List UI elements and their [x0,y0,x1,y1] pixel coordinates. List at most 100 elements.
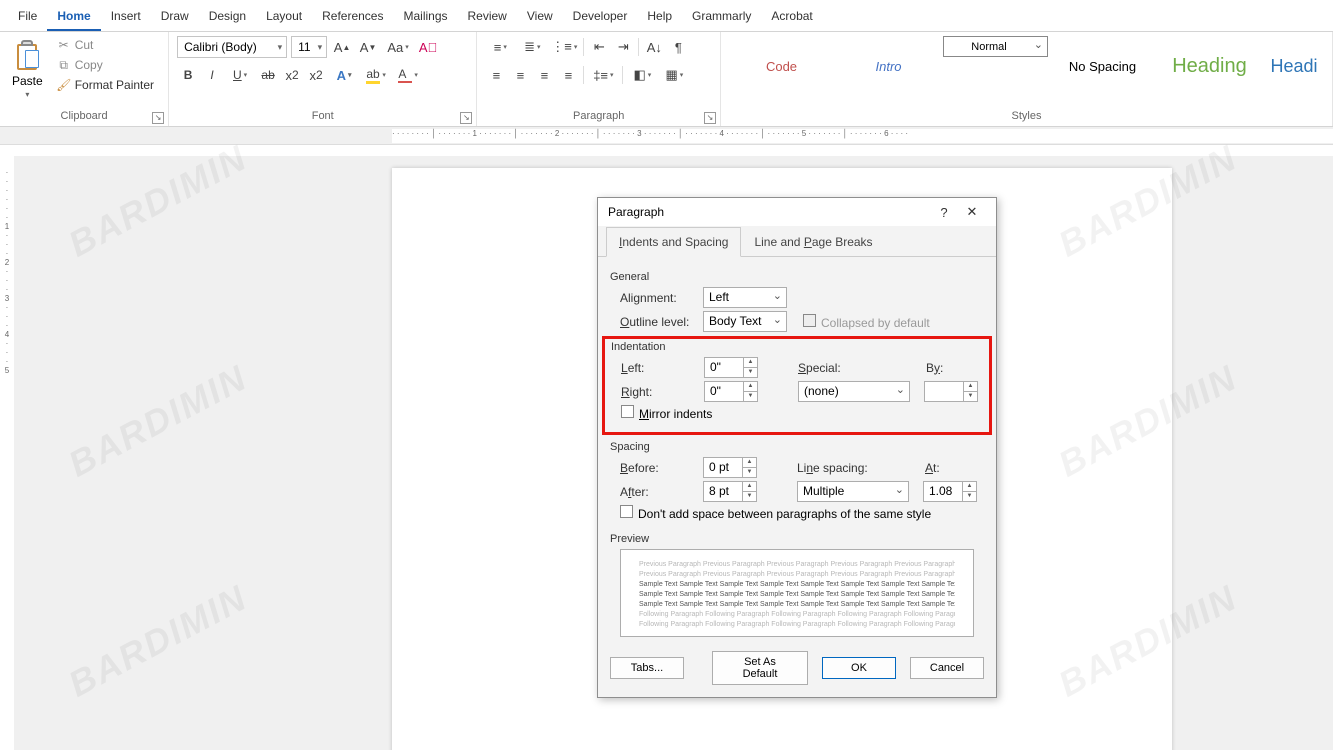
tab-file[interactable]: File [8,3,47,31]
group-clipboard: Paste ▾ ✂Cut ⧉Copy 🖌Format Painter Clipb… [0,32,169,126]
tab-line-page-breaks[interactable]: Line and Page Breaks [741,227,885,257]
italic-icon[interactable]: I [201,64,223,86]
help-icon[interactable]: ? [930,205,958,220]
tab-help[interactable]: Help [637,3,682,31]
font-size-combo[interactable]: 11 [291,36,327,58]
paste-label: Paste [12,74,43,88]
paragraph-launcher[interactable]: ↘ [704,112,716,124]
multilevel-icon[interactable]: ⋮≡ [549,36,579,58]
ok-button[interactable]: OK [822,657,896,679]
before-spin[interactable]: 0 pt▲▼ [703,457,757,478]
tab-developer[interactable]: Developer [563,3,638,31]
close-icon[interactable]: ✕ [958,204,986,220]
by-spin[interactable]: ▲▼ [924,381,978,402]
borders-icon[interactable]: ▦ [659,64,689,86]
style-intro[interactable]: Intro [836,36,941,96]
font-color-icon[interactable]: A [393,64,423,86]
tab-grammarly[interactable]: Grammarly [682,3,761,31]
bullets-icon[interactable]: ≡ [485,36,515,58]
dialog-titlebar[interactable]: Paragraph ? ✕ [598,198,996,226]
style-code[interactable]: Code [729,36,834,96]
tab-references[interactable]: References [312,3,393,31]
highlight-icon[interactable]: ab [361,64,391,86]
numbering-icon[interactable]: ≣ [517,36,547,58]
style-nospacing[interactable]: No Spacing [1050,36,1155,96]
paste-button[interactable]: Paste ▾ [8,36,47,103]
shading-icon[interactable]: ◧ [627,64,657,86]
strikethrough-icon[interactable]: ab [257,64,279,86]
tab-insert[interactable]: Insert [101,3,151,31]
tab-acrobat[interactable]: Acrobat [761,3,822,31]
linespacing-select[interactable]: Multiple [797,481,909,502]
tab-design[interactable]: Design [199,3,256,31]
font-launcher[interactable]: ↘ [460,112,472,124]
show-marks-icon[interactable]: ¶ [667,36,689,58]
dialog-title: Paragraph [608,205,930,219]
before-label: Before: [620,461,695,475]
ribbon-tabs: File Home Insert Draw Design Layout Refe… [0,0,1333,32]
font-name-combo[interactable]: Calibri (Body) [177,36,287,58]
at-label: At: [925,461,955,475]
group-paragraph: ≡ ≣ ⋮≡ ⇤ ⇥ A↓ ¶ ≡ ≡ ≡ ≡ ‡≡ ◧ ▦ [477,32,721,126]
cut-button[interactable]: ✂Cut [53,36,158,54]
by-label: By: [926,361,956,375]
collapsed-checkbox: Collapsed by default [803,314,930,330]
decrease-indent-icon[interactable]: ⇤ [588,36,610,58]
align-right-icon[interactable]: ≡ [533,64,555,86]
linespacing-label: Line spacing: [797,461,877,475]
dont-add-space-checkbox[interactable]: Don't add space between paragraphs of th… [620,505,931,521]
tab-mailings[interactable]: Mailings [393,3,457,31]
change-case-icon[interactable]: Aa [383,36,413,58]
text-effects-icon[interactable]: A [329,64,359,86]
tab-layout[interactable]: Layout [256,3,312,31]
tab-view[interactable]: View [517,3,563,31]
style-normal[interactable]: Normal [943,36,1048,57]
bold-icon[interactable]: B [177,64,199,86]
at-spin[interactable]: 1.08▲▼ [923,481,977,502]
indent-left-spin[interactable]: 0"▲▼ [704,357,758,378]
tab-indents-spacing[interactable]: Indents and Spacing [606,227,741,257]
format-painter-button[interactable]: 🖌Format Painter [53,76,158,94]
clipboard-icon [13,40,41,72]
sort-icon[interactable]: A↓ [643,36,665,58]
special-select[interactable]: (none) [798,381,910,402]
after-label: After: [620,485,695,499]
dialog-tabs: Indents and Spacing Line and Page Breaks [598,226,996,257]
superscript-icon[interactable]: x2 [305,64,327,86]
tab-home[interactable]: Home [47,3,100,31]
underline-icon[interactable]: U [225,64,255,86]
clear-formatting-icon[interactable]: A⃠ [417,36,439,58]
tab-draw[interactable]: Draw [151,3,199,31]
brush-icon: 🖌 [57,78,71,92]
horizontal-ruler[interactable]: · · · · · · · · │ · · · · · · · 1 · · · … [0,127,1333,145]
style-heading1[interactable]: Heading [1157,36,1262,96]
style-heading2[interactable]: Headi [1264,36,1324,96]
outline-select[interactable]: Body Text [703,311,787,332]
set-default-button[interactable]: Set As Default [712,651,808,685]
tab-review[interactable]: Review [458,3,517,31]
cancel-button[interactable]: Cancel [910,657,984,679]
group-label-font: Font [177,108,468,124]
align-left-icon[interactable]: ≡ [485,64,507,86]
section-indentation: Indentation [611,341,983,353]
after-spin[interactable]: 8 pt▲▼ [703,481,757,502]
outline-label: Outline level: [620,315,695,329]
increase-indent-icon[interactable]: ⇥ [612,36,634,58]
copy-button[interactable]: ⧉Copy [53,56,158,74]
shrink-font-icon[interactable]: A▼ [357,36,379,58]
group-label-paragraph: Paragraph [485,108,712,124]
clipboard-launcher[interactable]: ↘ [152,112,164,124]
copy-icon: ⧉ [57,58,71,72]
ribbon: Paste ▾ ✂Cut ⧉Copy 🖌Format Painter Clipb… [0,32,1333,127]
indent-right-spin[interactable]: 0"▲▼ [704,381,758,402]
subscript-icon[interactable]: x2 [281,64,303,86]
mirror-checkbox[interactable]: Mirror indents [621,405,712,421]
justify-icon[interactable]: ≡ [557,64,579,86]
alignment-select[interactable]: Left [703,287,787,308]
section-general: General [610,271,984,283]
tabs-button[interactable]: Tabs... [610,657,684,679]
align-center-icon[interactable]: ≡ [509,64,531,86]
line-spacing-icon[interactable]: ‡≡ [588,64,618,86]
grow-font-icon[interactable]: A▲ [331,36,353,58]
vertical-ruler[interactable]: ······1···2···3···4···5 [0,156,14,750]
